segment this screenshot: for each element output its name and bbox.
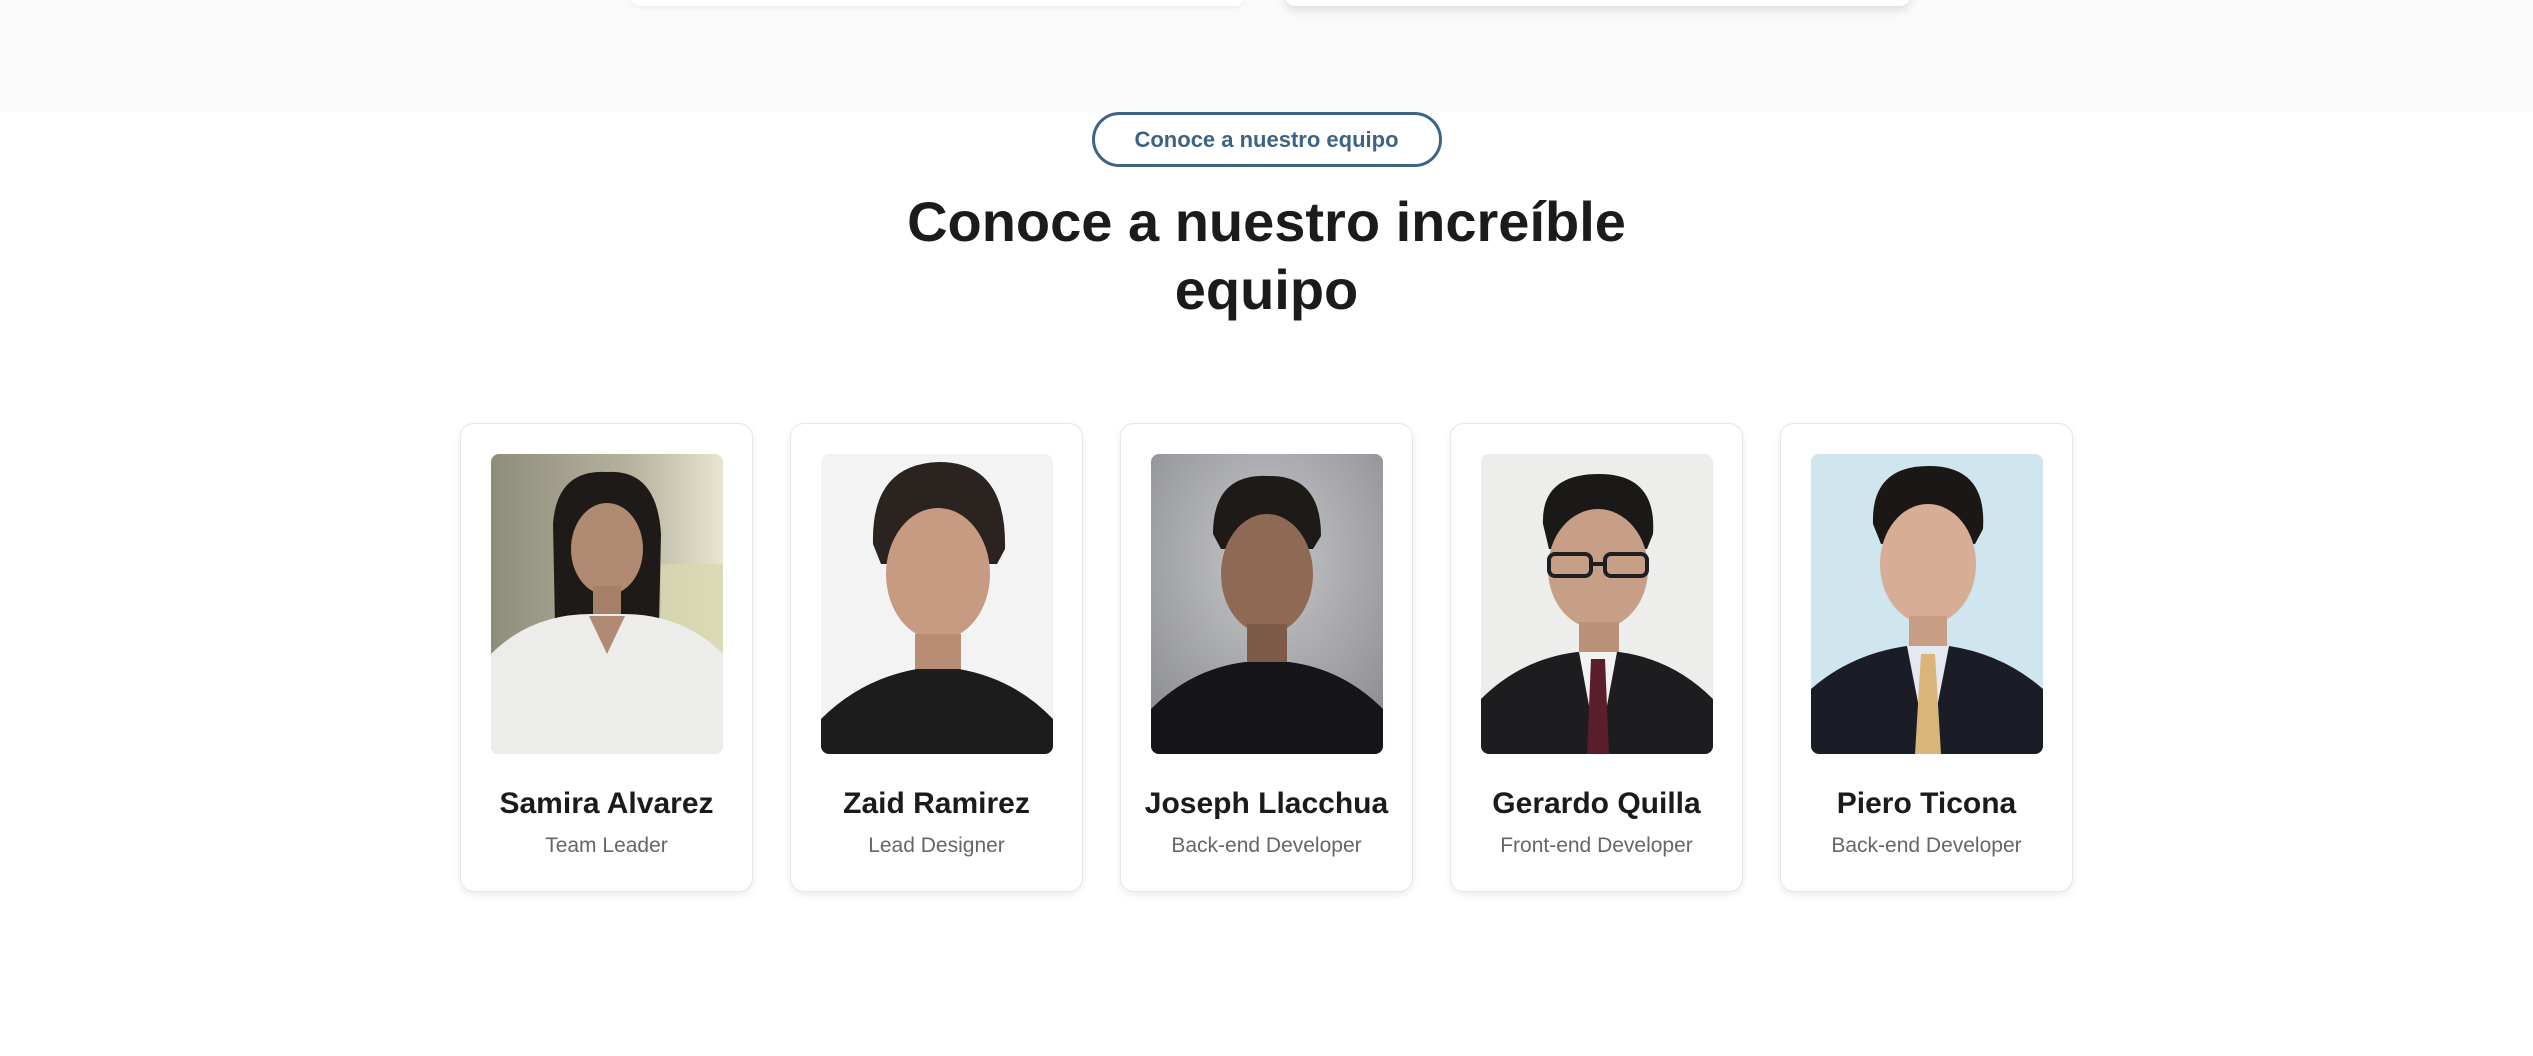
member-role: Lead Designer (868, 834, 1005, 857)
team-cards: Samira Alvarez Team Leader Zaid Ramirez … (460, 423, 2073, 892)
member-role: Front-end Developer (1500, 834, 1693, 857)
member-photo (821, 454, 1053, 754)
member-photo (1811, 454, 2043, 754)
member-photo-image (491, 454, 723, 754)
member-photo (1151, 454, 1383, 754)
member-name: Samira Alvarez (499, 787, 714, 820)
member-role: Team Leader (545, 834, 668, 857)
section-title-line2: equipo (1174, 258, 1359, 321)
member-name: Zaid Ramirez (843, 787, 1030, 820)
section-title: Conoce a nuestro increíble equipo (0, 188, 2533, 324)
team-card[interactable]: Samira Alvarez Team Leader (460, 423, 753, 892)
member-photo-image (821, 454, 1053, 754)
team-card[interactable]: Joseph Llacchua Back-end Developer (1120, 423, 1413, 892)
member-role: Back-end Developer (1171, 834, 1362, 857)
team-card[interactable]: Zaid Ramirez Lead Designer (790, 423, 1083, 892)
team-card[interactable]: Gerardo Quilla Front-end Developer (1450, 423, 1743, 892)
member-name: Piero Ticona (1836, 787, 2017, 820)
member-photo-image (1811, 454, 2043, 754)
previous-card (630, 0, 1245, 6)
previous-section-band (0, 0, 2533, 112)
team-badge-button[interactable]: Conoce a nuestro equipo (1091, 112, 1442, 167)
section-title-line1: Conoce a nuestro increíble (907, 190, 1626, 253)
member-photo (491, 454, 723, 754)
member-photo-image (1481, 454, 1713, 754)
previous-card (1285, 0, 1910, 6)
team-badge-wrapper: Conoce a nuestro equipo (0, 112, 2533, 167)
member-name: Gerardo Quilla (1492, 787, 1701, 820)
team-card[interactable]: Piero Ticona Back-end Developer (1780, 423, 2073, 892)
member-role: Back-end Developer (1831, 834, 2022, 857)
member-photo-image (1151, 454, 1383, 754)
member-photo (1481, 454, 1713, 754)
member-name: Joseph Llacchua (1144, 787, 1389, 820)
